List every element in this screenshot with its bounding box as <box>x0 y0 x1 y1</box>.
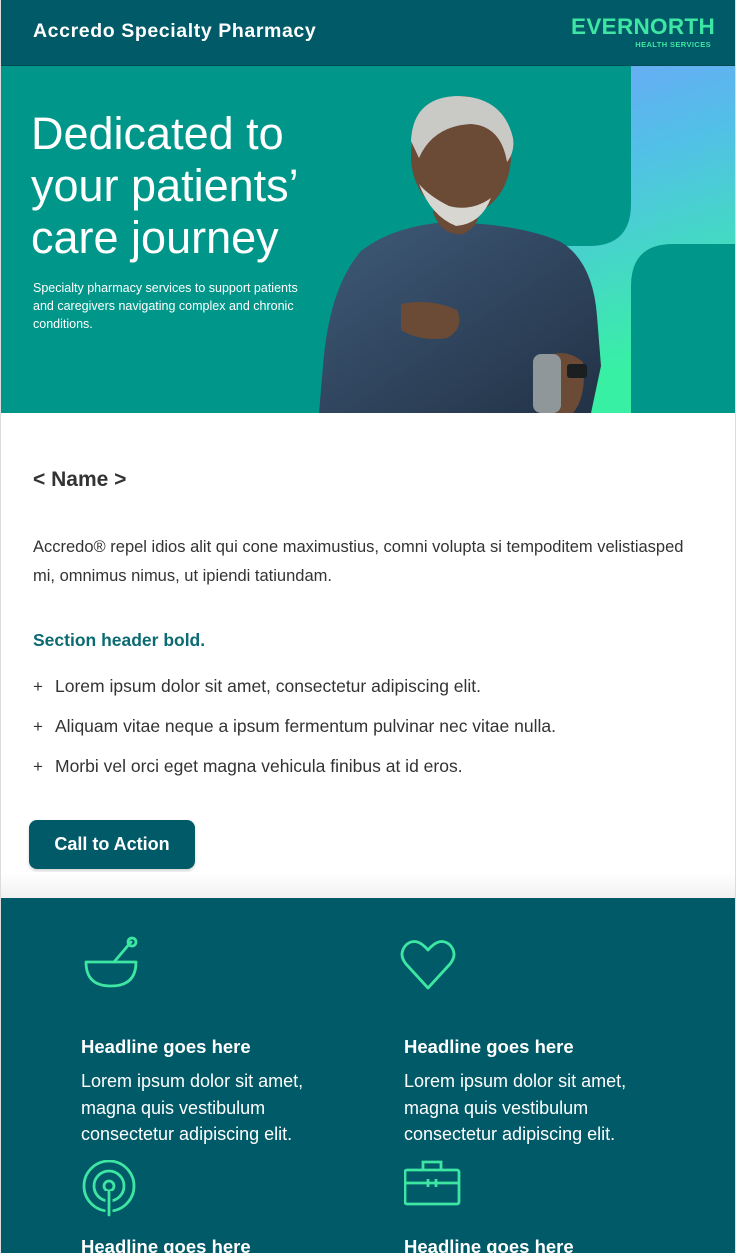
call-to-action-button[interactable]: Call to Action <box>29 820 195 869</box>
bullet-list: + Lorem ipsum dolor sit amet, consectetur… <box>33 676 556 796</box>
list-item-text: Lorem ipsum dolor sit amet, consectetur … <box>55 676 482 696</box>
feature-headline: Headline goes here <box>404 1236 574 1253</box>
features-section: Headline goes here Lorem ipsum dolor sit… <box>1 898 735 1253</box>
briefcase-icon <box>404 1160 461 1206</box>
heart-icon <box>400 940 456 990</box>
signal-location-icon <box>82 1160 136 1217</box>
feature-text: Lorem ipsum dolor sit amet, magna quis v… <box>404 1071 627 1144</box>
section-divider <box>1 872 735 898</box>
feature-headline: Headline goes here <box>81 1036 251 1057</box>
mortar-pestle-icon <box>84 936 138 988</box>
list-item-text: Morbi vel orci eget magna vehicula finib… <box>55 756 463 776</box>
logo-subtitle: HEALTH SERVICES <box>635 40 711 49</box>
hero-title: Dedicated to your patients’ care journey <box>31 108 297 263</box>
feature-headline: Headline goes here <box>404 1036 574 1057</box>
hero-subtitle: Specialty pharmacy services to support p… <box>33 281 298 331</box>
list-item: + Lorem ipsum dolor sit amet, consectetur… <box>33 676 556 716</box>
feature-text: Lorem ipsum dolor sit amet, magna quis v… <box>81 1071 304 1144</box>
list-item-text: Aliquam vitae neque a ipsum fermentum pu… <box>55 716 556 736</box>
intro-paragraph: Accredo® repel idios alit qui cone maxim… <box>33 538 684 585</box>
section-header: Section header bold. <box>33 630 206 650</box>
plus-bullet-icon: + <box>33 677 43 696</box>
list-item: + Morbi vel orci eget magna vehicula fini… <box>33 756 556 796</box>
header-bar: Accredo Specialty Pharmacy EVERNORTH HEA… <box>1 0 735 66</box>
feature-headline: Headline goes here <box>81 1236 251 1253</box>
recipient-name: < Name > <box>33 468 127 491</box>
person-photo <box>319 96 601 413</box>
list-item: + Aliquam vitae neque a ipsum fermentum p… <box>33 716 556 756</box>
plus-bullet-icon: + <box>33 717 43 736</box>
logo-wordmark: EVERNORTH <box>571 14 715 39</box>
evernorth-logo: EVERNORTH HEALTH SERVICES <box>565 15 715 55</box>
plus-bullet-icon: + <box>33 757 43 776</box>
brand-name: Accredo Specialty Pharmacy <box>33 20 317 42</box>
email-page: Accredo Specialty Pharmacy EVERNORTH HEA… <box>0 0 736 1253</box>
hero-banner: Dedicated to your patients’ care journey… <box>1 66 735 413</box>
